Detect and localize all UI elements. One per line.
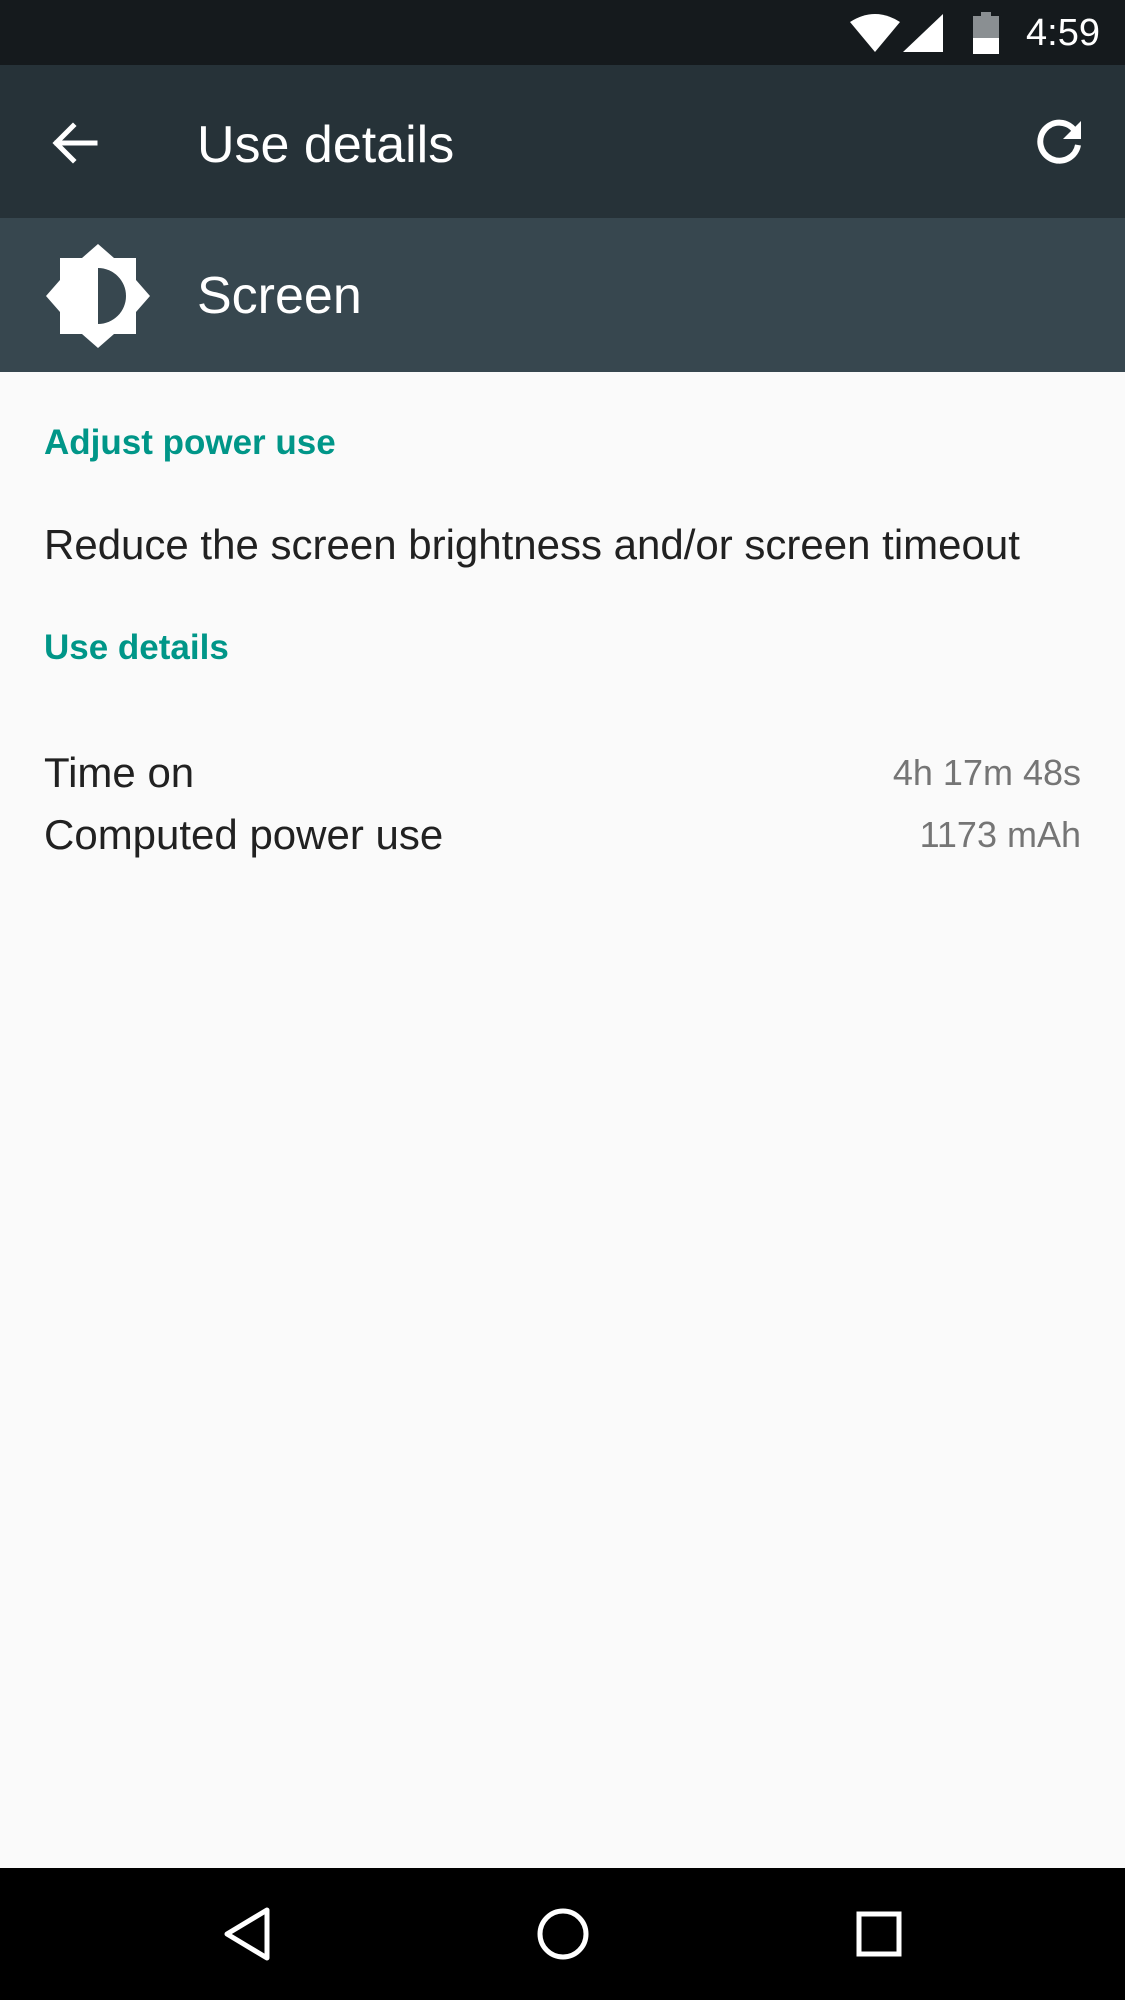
back-triangle-icon bbox=[224, 1907, 270, 1961]
adjust-power-heading: Adjust power use bbox=[44, 423, 336, 462]
cell-signal-icon bbox=[903, 14, 943, 52]
home-circle-icon bbox=[537, 1908, 589, 1960]
stat-value: 1173 mAh bbox=[919, 814, 1081, 855]
arrow-back-icon bbox=[52, 122, 98, 164]
navigation-bar bbox=[0, 1868, 1125, 2000]
nav-home-button[interactable] bbox=[523, 1894, 603, 1974]
recents-square-icon bbox=[856, 1911, 902, 1957]
app-header: Screen bbox=[0, 218, 1125, 372]
stat-row-time-on: Time on 4h 17m 48s bbox=[44, 745, 1081, 801]
nav-recents-button[interactable] bbox=[839, 1894, 919, 1974]
adjust-power-text[interactable]: Reduce the screen brightness and/or scre… bbox=[44, 520, 1020, 570]
app-name-label: Screen bbox=[197, 267, 362, 325]
use-details-heading: Use details bbox=[44, 628, 229, 667]
stat-value: 4h 17m 48s bbox=[892, 752, 1081, 793]
stat-label: Computed power use bbox=[44, 811, 444, 858]
battery-icon bbox=[973, 12, 999, 54]
brightness-icon bbox=[46, 244, 150, 348]
screen: 4:59 Use details Screen Adjust power use… bbox=[0, 0, 1125, 2000]
refresh-button[interactable] bbox=[1021, 105, 1097, 181]
refresh-icon bbox=[1037, 119, 1081, 164]
status-clock: 4:59 bbox=[1026, 12, 1100, 54]
back-button[interactable] bbox=[37, 105, 113, 181]
page-title: Use details bbox=[197, 116, 455, 174]
app-bar: Use details bbox=[0, 65, 1125, 218]
status-bar: 4:59 bbox=[0, 0, 1125, 65]
stat-row-computed-power: Computed power use 1173 mAh bbox=[44, 807, 1081, 863]
wifi-icon bbox=[850, 14, 900, 52]
nav-back-button[interactable] bbox=[207, 1894, 287, 1974]
stat-label: Time on bbox=[44, 749, 195, 796]
